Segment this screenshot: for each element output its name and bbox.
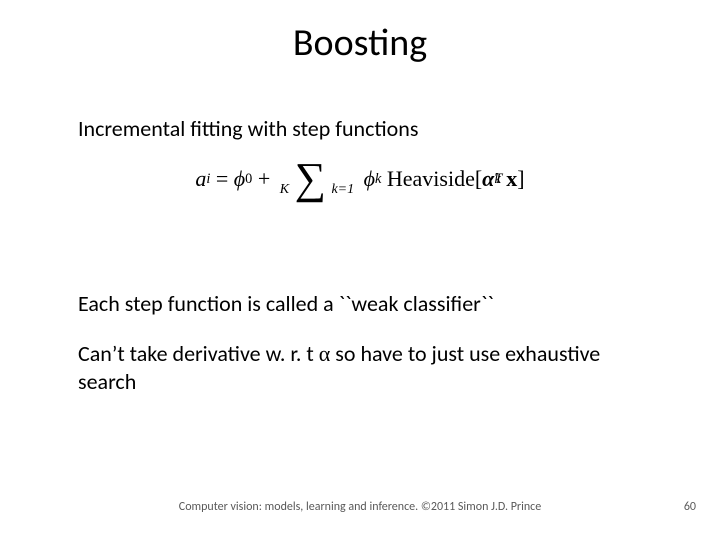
rbrack: ] xyxy=(517,168,524,190)
phi0-sub: 0 xyxy=(245,172,252,186)
x-var: x xyxy=(506,168,517,190)
alpha-var: α xyxy=(482,168,494,190)
phi0-var: ϕ xyxy=(234,168,245,190)
heaviside: Heaviside xyxy=(387,168,475,190)
lbrack: [ xyxy=(475,168,482,190)
weak-classifier-line: Each step function is called a ``weak cl… xyxy=(78,290,638,318)
formula-block: ai = ϕ0 + K ∑ k=1 ϕk Heaviside[αTk x] xyxy=(0,160,720,197)
body-top: Incremental fitting with step functions xyxy=(78,115,638,161)
sigma-icon: ∑ xyxy=(295,154,326,203)
equals: = xyxy=(216,168,228,190)
slide: Boosting Incremental fitting with step f… xyxy=(0,0,720,540)
deriv-part-a: Can’t take derivative w. r. t xyxy=(78,340,319,367)
plus: + xyxy=(258,168,270,190)
sum-upper: K xyxy=(280,182,289,197)
summation: K ∑ k=1 xyxy=(280,160,354,197)
body-bottom: Each step function is called a ``weak cl… xyxy=(78,290,638,418)
lhs-sub: i xyxy=(206,172,210,186)
intro-line: Incremental fitting with step functions xyxy=(78,115,638,143)
slide-title: Boosting xyxy=(0,20,720,66)
footer-text: Computer vision: models, learning and in… xyxy=(0,500,720,514)
sum-lower: k=1 xyxy=(331,182,354,197)
phik-sub: k xyxy=(375,172,381,186)
alpha-symbol: α xyxy=(319,341,331,366)
alpha-sub: k xyxy=(494,172,500,186)
lhs-var: a xyxy=(195,168,206,190)
page-number: 60 xyxy=(684,500,696,514)
phik-var: ϕ xyxy=(364,168,375,190)
formula: ai = ϕ0 + K ∑ k=1 ϕk Heaviside[αTk x] xyxy=(195,160,524,197)
derivative-line: Can’t take derivative w. r. t α so have … xyxy=(78,340,638,396)
